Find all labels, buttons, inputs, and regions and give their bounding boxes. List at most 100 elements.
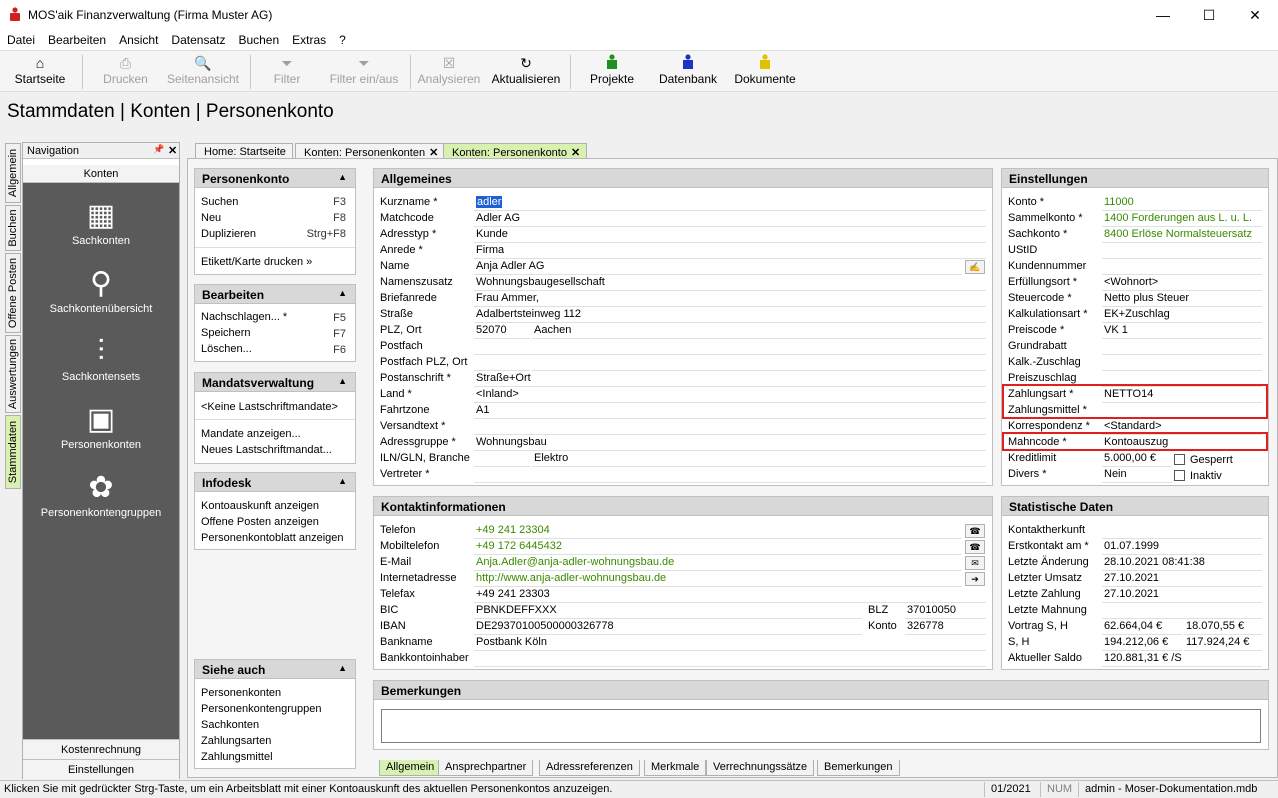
neues-mandat-link[interactable]: Neues Lastschriftmandat... bbox=[201, 444, 332, 456]
field-value-secondary[interactable]: Elektro bbox=[532, 451, 986, 467]
field-value-letzte-aenderung[interactable]: 28.10.2021 08:41:38 bbox=[1102, 555, 1262, 571]
projekte-button[interactable]: Projekte bbox=[586, 54, 638, 90]
phone-icon[interactable]: ☎ bbox=[965, 524, 985, 538]
mail-icon[interactable]: ✉ bbox=[965, 556, 985, 570]
field-value-steuercode[interactable]: Netto plus Steuer bbox=[1102, 291, 1262, 307]
bottom-tab-merkmale[interactable]: Merkmale bbox=[644, 760, 707, 776]
field-value-divers[interactable]: Nein bbox=[1102, 467, 1172, 483]
menu-datensatz[interactable]: Datensatz bbox=[164, 30, 231, 47]
field-value-s-h[interactable]: 194.212,06 € bbox=[1102, 635, 1182, 651]
suchen-link[interactable]: Suchen bbox=[201, 196, 238, 208]
field-value-kurzname[interactable]: adler bbox=[474, 195, 986, 211]
see-also-link[interactable]: Personenkontengruppen bbox=[201, 703, 321, 715]
menu-extras[interactable]: Extras bbox=[285, 30, 332, 47]
bottom-tab-bemerkungen[interactable]: Bemerkungen bbox=[817, 760, 900, 776]
kontoauskunft-link[interactable]: Kontoauskunft anzeigen bbox=[201, 500, 319, 512]
menu-bearbeiten[interactable]: Bearbeiten bbox=[41, 30, 112, 47]
field-value-kalkulationsart[interactable]: EK+Zuschlag bbox=[1102, 307, 1262, 323]
field-value-secondary[interactable]: 117.924,24 € bbox=[1184, 635, 1262, 651]
menu-datei[interactable]: Datei bbox=[0, 30, 41, 47]
bottom-tab-adressreferenzen[interactable]: Adressreferenzen bbox=[539, 760, 640, 776]
tab-personenkonto[interactable]: Konten: Personenkonto ✕ bbox=[443, 143, 588, 159]
collapse-icon[interactable]: ▲ bbox=[338, 663, 347, 673]
field-value-briefanrede[interactable]: Frau Ammer, bbox=[474, 291, 986, 307]
aktualisieren-button[interactable]: ↻ Aktualisieren bbox=[490, 54, 562, 90]
open-link-icon[interactable]: ➔ bbox=[965, 572, 985, 586]
duplizieren-link[interactable]: Duplizieren bbox=[201, 228, 256, 240]
etikett-link[interactable]: Etikett/Karte drucken » bbox=[201, 256, 312, 268]
field-value-letzter-umsatz[interactable]: 27.10.2021 bbox=[1102, 571, 1262, 587]
field-value-postfach[interactable] bbox=[474, 339, 986, 355]
field-value-vortrag-s-h[interactable]: 62.664,04 € bbox=[1102, 619, 1182, 635]
field-value-e-mail[interactable]: Anja.Adler@anja-adler-wohnungsbau.de bbox=[474, 555, 962, 571]
tab-personenkonten[interactable]: Konten: Personenkonten ✕ bbox=[295, 143, 446, 159]
speichern-link[interactable]: Speichern bbox=[201, 327, 251, 339]
mobile-phone-icon[interactable]: ☎ bbox=[965, 540, 985, 554]
field-value-letzte-mahnung[interactable] bbox=[1102, 603, 1262, 619]
nav-close-icon[interactable]: ✕ bbox=[168, 144, 177, 157]
field-value-bic[interactable]: PBNKDEFFXXX bbox=[474, 603, 862, 619]
nav-item-sachkontenuebersicht[interactable]: ⚲ Sachkontenübersicht bbox=[23, 265, 179, 315]
drucken-button[interactable]: ⎙ Drucken bbox=[98, 54, 153, 90]
field-value-ustid[interactable] bbox=[1102, 243, 1262, 259]
field-value-adressgruppe[interactable]: Wohnungsbau bbox=[474, 435, 986, 451]
field-value-erfuellungsort[interactable]: <Wohnort> bbox=[1102, 275, 1262, 291]
field-value-kundennummer[interactable] bbox=[1102, 259, 1262, 275]
see-also-link[interactable]: Zahlungsarten bbox=[201, 735, 271, 747]
vtab-allgemein[interactable]: Allgemein bbox=[5, 143, 21, 203]
field-value-preiscode[interactable]: VK 1 bbox=[1102, 323, 1262, 339]
field-value-bankkontoinhaber[interactable] bbox=[474, 651, 986, 667]
field-value-postanschrift[interactable]: Straße+Ort bbox=[474, 371, 986, 387]
field-value-konto[interactable]: 11000 bbox=[1102, 195, 1262, 211]
field-value-letzte-zahlung[interactable]: 27.10.2021 bbox=[1102, 587, 1262, 603]
collapse-icon[interactable]: ▲ bbox=[338, 172, 347, 182]
field-value-anrede[interactable]: Firma bbox=[474, 243, 986, 259]
checkbox-inaktiv[interactable] bbox=[1174, 470, 1185, 481]
nachschlagen-link[interactable]: Nachschlagen... * bbox=[201, 311, 287, 323]
field-value-name[interactable]: Anja Adler AG bbox=[474, 259, 962, 275]
field-value-grundrabatt[interactable] bbox=[1102, 339, 1262, 355]
nav-einstellungen[interactable]: Einstellungen bbox=[23, 759, 179, 779]
loeschen-link[interactable]: Löschen... bbox=[201, 343, 252, 355]
field-value-matchcode[interactable]: Adler AG bbox=[474, 211, 986, 227]
name-lookup-icon[interactable]: ✍ bbox=[965, 260, 985, 274]
field-value-strasse[interactable]: Adalbertsteinweg 112 bbox=[474, 307, 986, 323]
maximize-button[interactable]: ☐ bbox=[1186, 0, 1232, 30]
bemerkungen-textarea[interactable] bbox=[381, 709, 1261, 743]
see-also-link[interactable]: Zahlungsmittel bbox=[201, 751, 273, 763]
bottom-tab-ansprechpartner[interactable]: Ansprechpartner bbox=[438, 760, 534, 776]
field-value-mobiltelefon[interactable]: +49 172 6445432 bbox=[474, 539, 962, 555]
dokumente-button[interactable]: Dokumente bbox=[730, 54, 800, 90]
nav-item-sachkonten[interactable]: ▦ Sachkonten bbox=[23, 197, 179, 247]
field-value-sammelkonto[interactable]: 1400 Forderungen aus L. u. L. bbox=[1102, 211, 1262, 227]
menu-buchen[interactable]: Buchen bbox=[231, 30, 285, 47]
nav-item-sachkontensets[interactable]: ⫶ Sachkontensets bbox=[23, 333, 179, 383]
nav-section-konten[interactable]: Konten bbox=[23, 165, 179, 183]
startseite-button[interactable]: ⌂ Startseite bbox=[10, 54, 70, 90]
nav-item-personenkontengruppen[interactable]: ✿ Personenkontengruppen bbox=[23, 469, 179, 519]
field-value-secondary[interactable]: 37010050 bbox=[905, 603, 986, 619]
bottom-tab-verrechnungssaetze[interactable]: Verrechnungssätze bbox=[706, 760, 815, 776]
field-value-adresstyp[interactable]: Kunde bbox=[474, 227, 986, 243]
bottom-tab-allgemein[interactable]: Allgemein bbox=[379, 760, 442, 776]
field-value-iln-gln-branche[interactable] bbox=[474, 451, 530, 467]
menu-ansicht[interactable]: Ansicht bbox=[112, 30, 164, 47]
analysieren-button[interactable]: ☒ Analysieren bbox=[416, 54, 482, 90]
field-value-telefax[interactable]: +49 241 23303 bbox=[474, 587, 986, 603]
field-value-secondary[interactable]: Aachen bbox=[532, 323, 986, 339]
field-value-secondary[interactable]: 326778 bbox=[905, 619, 986, 635]
tab-home[interactable]: Home: Startseite bbox=[195, 143, 293, 159]
field-value-secondary[interactable] bbox=[532, 355, 986, 371]
field-value-land[interactable]: <Inland> bbox=[474, 387, 986, 403]
field-value-kalk-zuschlag[interactable] bbox=[1102, 355, 1262, 371]
personenkontoblatt-link[interactable]: Personenkontoblatt anzeigen bbox=[201, 532, 344, 544]
filter-toggle-button[interactable]: ⏷ Filter ein/aus bbox=[326, 54, 402, 90]
minimize-button[interactable]: — bbox=[1140, 0, 1186, 30]
field-value-kontaktherkunft[interactable] bbox=[1102, 523, 1262, 539]
field-value-bankname[interactable]: Postbank Köln bbox=[474, 635, 986, 651]
field-value-namenszusatz[interactable]: Wohnungsbaugesellschaft bbox=[474, 275, 986, 291]
field-value-versandtext[interactable] bbox=[474, 419, 986, 435]
vtab-buchen[interactable]: Buchen bbox=[5, 205, 21, 251]
pin-icon[interactable]: 📌 bbox=[153, 144, 164, 155]
field-value-erstkontakt-am[interactable]: 01.07.1999 bbox=[1102, 539, 1262, 555]
